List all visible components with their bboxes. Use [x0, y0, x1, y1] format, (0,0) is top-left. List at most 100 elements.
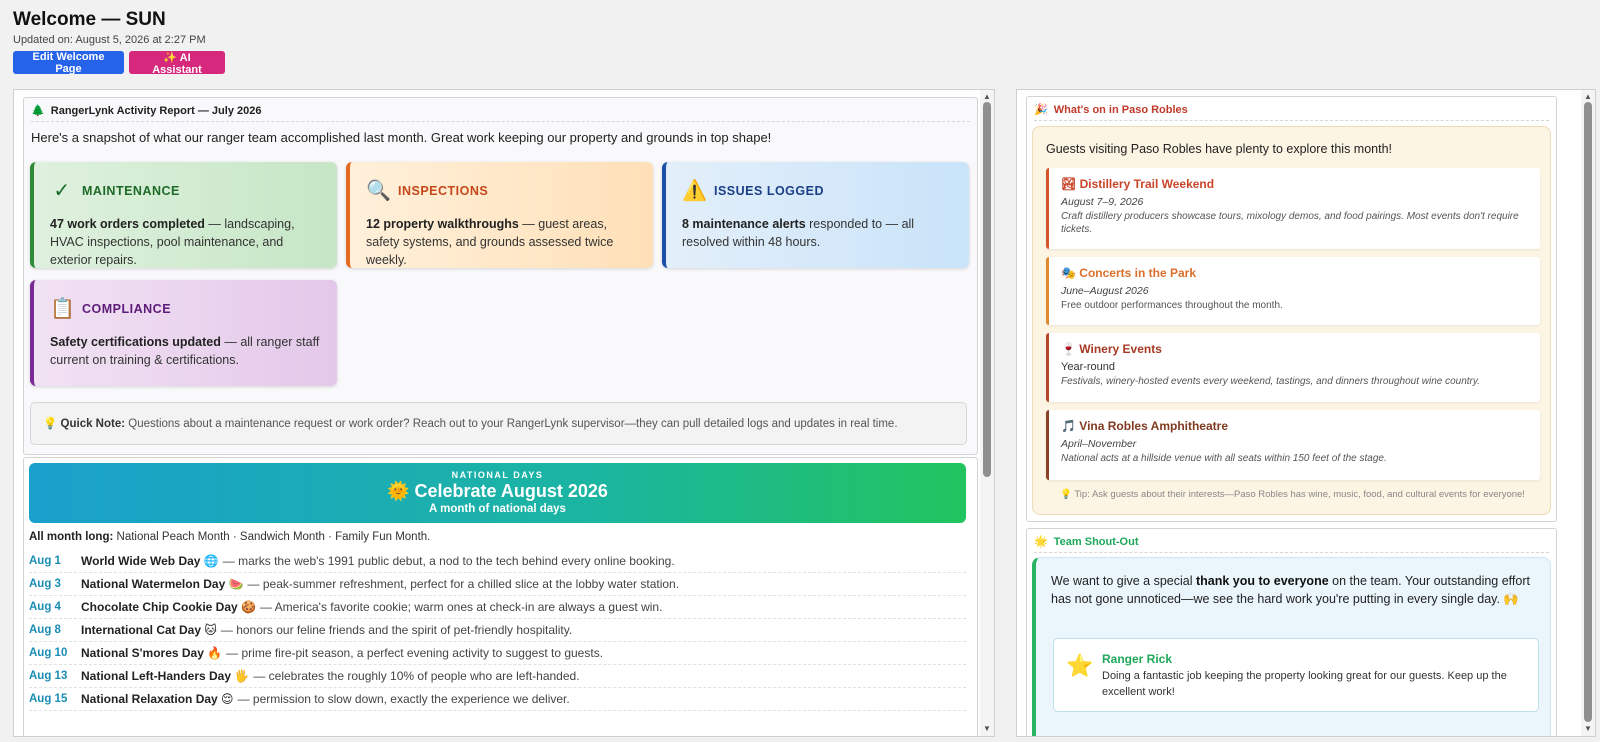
stat-highlight: 12 property walkthroughs — [366, 217, 519, 231]
day-name: National Relaxation Day 😌 — [81, 692, 234, 706]
day-date: Aug 1 — [29, 555, 61, 567]
list-item: Aug 13 National Left-Handers Day 🖐 — cel… — [29, 665, 966, 688]
day-desc: — peak-summer refreshment, perfect for a… — [247, 577, 680, 591]
edit-welcome-page-button[interactable]: Edit Welcome Page — [13, 51, 124, 75]
scroll-down-arrow-icon[interactable]: ▼ — [980, 722, 994, 736]
activity-report-card: 🌲 RangerLynk Activity Report — July 2026… — [23, 97, 978, 455]
day-name: National Left-Handers Day 🖐 — [81, 669, 250, 683]
national-days-banner: NATIONAL DAYS 🌞 Celebrate August 2026 A … — [29, 463, 966, 523]
scrollbar-thumb[interactable] — [1584, 102, 1592, 722]
day-desc: — America's favorite cookie; warm ones a… — [259, 600, 663, 614]
event-title: Concerts in the Park — [1079, 266, 1196, 280]
national-days-list: Aug 1 World Wide Web Day 🌐 — marks the w… — [29, 550, 966, 711]
magnifier-icon: 🔍 — [366, 180, 392, 202]
sparkle-star-icon: 🌟 — [1034, 536, 1048, 548]
day-date: Aug 4 — [29, 601, 61, 613]
ranger-shout-card: ⭐ Ranger Rick Doing a fantastic job keep… — [1053, 638, 1539, 712]
quick-note: 💡 Quick Note: Questions about a maintena… — [30, 402, 967, 445]
event-date: June–August 2026 — [1061, 285, 1149, 297]
list-item: Aug 1 World Wide Web Day 🌐 — marks the w… — [29, 550, 966, 573]
day-name: World Wide Web Day 🌐 — [81, 554, 219, 568]
list-item: Aug 4 Chocolate Chip Cookie Day 🍪 — Amer… — [29, 596, 966, 619]
right-panel-scrollbar[interactable]: ▲ ▼ — [1581, 90, 1595, 736]
page-header: Welcome — SUN Updated on: August 5, 2026… — [13, 8, 225, 76]
banner-subtitle: A month of national days — [429, 503, 566, 515]
checkmark-icon: ✓ — [53, 180, 71, 202]
event-item: 🍷 Winery Events Year-round Festivals, wi… — [1046, 333, 1540, 402]
activity-report-heading: 🌲 RangerLynk Activity Report — July 2026 — [31, 98, 970, 122]
whats-on-intro: Guests visiting Paso Robles have plenty … — [1046, 142, 1393, 156]
updated-timestamp: Updated on: August 5, 2026 at 2:27 PM — [13, 34, 206, 46]
team-shout-out-card: 🌟 Team Shout-Out We want to give a speci… — [1026, 528, 1557, 736]
stat-heading: ISSUES LOGGED — [714, 183, 824, 198]
day-name: National S'mores Day 🔥 — [81, 646, 223, 660]
day-date: Aug 15 — [29, 693, 68, 705]
event-date: August 7–9, 2026 — [1061, 196, 1144, 208]
event-title: Distillery Trail Weekend — [1079, 177, 1215, 191]
whats-on-title: What's on in Paso Robles — [1053, 104, 1188, 116]
day-desc: — prime fire-pit season, a perfect eveni… — [226, 646, 604, 660]
day-date: Aug 3 — [29, 578, 61, 590]
party-popper-icon: 🎉 — [1034, 104, 1048, 116]
lightbulb-icon: 💡 — [43, 418, 58, 430]
day-desc: — permission to slow down, exactly the e… — [237, 692, 570, 706]
stat-highlight: 47 work orders completed — [50, 217, 205, 231]
quick-note-label: Quick Note: — [60, 418, 126, 430]
star-icon: ⭐ — [1066, 653, 1094, 678]
right-panel[interactable]: 🎉 What's on in Paso Robles Guests visiti… — [1016, 89, 1596, 737]
day-date: Aug 13 — [29, 670, 68, 682]
activity-report-intro: Here's a snapshot of what our ranger tea… — [31, 130, 772, 145]
event-desc: Craft distillery producers showcase tour… — [1061, 211, 1519, 235]
stat-card-issues-logged: ⚠️ ISSUES LOGGED 8 maintenance alerts re… — [662, 162, 969, 268]
event-date: Year-round — [1061, 361, 1116, 373]
whats-on-heading: 🎉 What's on in Paso Robles — [1034, 97, 1549, 121]
event-item: 🏞 Distillery Trail Weekend August 7–9, 2… — [1046, 168, 1540, 249]
whats-on-tip: 💡 Tip: Ask guests about their interests—… — [1060, 489, 1525, 500]
stat-card-maintenance: ✓ MAINTENANCE 47 work orders completed —… — [30, 162, 337, 268]
ai-assistant-button[interactable]: ✨ AI Assistant — [129, 51, 225, 76]
page-title: Welcome — SUN — [13, 9, 166, 30]
stat-highlight: Safety certifications updated — [50, 335, 221, 349]
warning-icon: ⚠️ — [682, 180, 708, 202]
event-title: Winery Events — [1079, 342, 1162, 356]
stat-highlight: 8 maintenance alerts — [682, 217, 806, 231]
scrollbar-thumb[interactable] — [983, 102, 991, 477]
day-desc: — honors our feline friends and the spir… — [220, 623, 573, 637]
day-name: Chocolate Chip Cookie Day 🍪 — [81, 600, 256, 614]
banner-title: 🌞 Celebrate August 2026 — [387, 481, 608, 501]
list-item: Aug 15 National Relaxation Day 😌 — permi… — [29, 688, 966, 711]
day-date: Aug 10 — [29, 647, 68, 659]
shout-out-title: Team Shout-Out — [1053, 536, 1139, 548]
landscape-icon: 🏞 — [1061, 177, 1077, 191]
stat-card-inspections: 🔍 INSPECTIONS 12 property walkthroughs —… — [346, 162, 653, 268]
all-month-label: All month long: — [29, 531, 114, 543]
stat-heading: INSPECTIONS — [398, 183, 489, 198]
event-desc: National acts at a hillside venue with a… — [1061, 453, 1387, 464]
quick-note-text: Questions about a maintenance request or… — [125, 418, 898, 430]
left-panel-scrollbar[interactable]: ▲ ▼ — [980, 90, 994, 736]
list-item: Aug 8 International Cat Day 🐱 — honors o… — [29, 619, 966, 642]
scroll-down-arrow-icon[interactable]: ▼ — [1581, 722, 1595, 736]
day-desc: — celebrates the roughly 10% of people w… — [253, 669, 580, 683]
whats-on-body: Guests visiting Paso Robles have plenty … — [1032, 126, 1551, 515]
left-panel[interactable]: 🌲 RangerLynk Activity Report — July 2026… — [13, 89, 995, 737]
ranger-name: Ranger Rick — [1102, 652, 1173, 666]
day-name: International Cat Day 🐱 — [81, 623, 217, 637]
event-desc: Festivals, winery-hosted events every we… — [1061, 376, 1480, 387]
shout-out-message: We want to give a special thank you to e… — [1051, 574, 1530, 606]
whats-on-card: 🎉 What's on in Paso Robles Guests visiti… — [1026, 96, 1557, 522]
shout-out-heading: 🌟 Team Shout-Out — [1034, 529, 1549, 553]
list-item: Aug 3 National Watermelon Day 🍉 — peak-s… — [29, 573, 966, 596]
event-item: 🎵 Vina Robles Amphitheatre April–Novembe… — [1046, 410, 1540, 480]
all-month-line: All month long: National Peach Month · S… — [29, 531, 430, 543]
day-name: National Watermelon Day 🍉 — [81, 577, 244, 591]
clipboard-icon: 📋 — [50, 298, 76, 320]
stat-heading: MAINTENANCE — [82, 183, 180, 198]
day-desc: — marks the web's 1991 public debut, a n… — [222, 554, 675, 568]
banner-eyebrow: NATIONAL DAYS — [451, 470, 544, 480]
theater-masks-icon: 🎭 — [1061, 266, 1076, 280]
tree-icon: 🌲 — [31, 105, 45, 117]
ranger-desc: Doing a fantastic job keeping the proper… — [1102, 670, 1507, 698]
event-desc: Free outdoor performances throughout the… — [1061, 300, 1283, 311]
stat-card-compliance: 📋 COMPLIANCE Safety certifications updat… — [30, 280, 337, 386]
